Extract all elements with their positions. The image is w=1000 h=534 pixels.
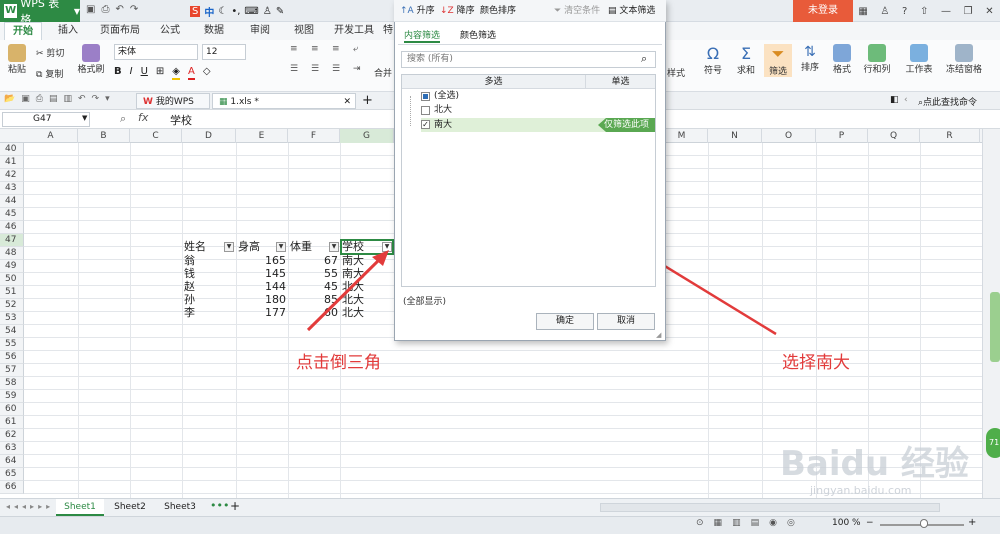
cancel-button[interactable]: 取消 bbox=[597, 313, 655, 330]
zoom-out-icon[interactable]: − bbox=[866, 518, 874, 528]
color-sort-button[interactable]: 颜色排序 bbox=[480, 4, 516, 18]
baidu-watermark: Baidu 经验 bbox=[780, 444, 969, 484]
filter-item-nanda[interactable]: 南大 bbox=[434, 119, 452, 131]
sheet-tab-2[interactable]: Sheet2 bbox=[106, 499, 154, 516]
filter-item-select-all[interactable]: (全选) bbox=[434, 90, 459, 102]
annotation-click-triangle: 点击倒三角 bbox=[296, 353, 381, 373]
more-sheets-icon[interactable]: ••• bbox=[210, 499, 229, 512]
normal-view-icon[interactable]: ▦ bbox=[714, 518, 723, 532]
zoom-in-icon[interactable]: + bbox=[968, 517, 976, 528]
sheet-nav-arrows[interactable]: ◂◂◂▸▸▸ bbox=[6, 502, 54, 511]
filter-item-beida[interactable]: 北大 bbox=[434, 104, 452, 116]
reading-icon[interactable]: ◉ bbox=[769, 518, 777, 532]
check-icon: ✓ bbox=[422, 120, 429, 129]
col-single-select: 单选 bbox=[611, 77, 630, 87]
baidu-watermark-url: jingyan.baidu.com bbox=[810, 484, 912, 497]
tree-line bbox=[410, 96, 418, 126]
sort-desc-button[interactable]: ↓Z 降序 bbox=[440, 4, 475, 18]
view-buttons: ⊙ ▦ ▥ ▤ ◉ ◎ bbox=[696, 518, 826, 532]
split-view-icon[interactable]: ▤ bbox=[751, 518, 760, 532]
all-shown-label: (全部显示) bbox=[403, 297, 447, 307]
zoom-slider-thumb[interactable] bbox=[920, 519, 928, 528]
text-filter-icon: ▤ bbox=[608, 6, 617, 16]
sort-asc-icon: ↑A bbox=[400, 6, 414, 16]
horizontal-scrollbar[interactable] bbox=[600, 503, 940, 512]
clear-conditions-button[interactable]: ⏷ 清空条件 bbox=[554, 4, 600, 18]
add-sheet-button[interactable]: + bbox=[230, 499, 240, 513]
zoom-level[interactable]: 100 % bbox=[832, 518, 861, 528]
sheet-tab-3[interactable]: Sheet3 bbox=[156, 499, 204, 516]
filter-search-input[interactable]: 搜索 (所有) bbox=[401, 51, 656, 68]
arrow-to-dropdown bbox=[306, 252, 387, 332]
annotation-select-nanda: 选择南大 bbox=[782, 353, 850, 373]
funnel-clear-icon: ⏷ bbox=[554, 6, 562, 16]
resize-grip-icon[interactable]: ◢ bbox=[656, 331, 661, 339]
tab-color-filter[interactable]: 颜色筛选 bbox=[460, 29, 496, 43]
filter-only-this-button[interactable]: 仅筛选此项 bbox=[598, 118, 655, 132]
partial-check-icon bbox=[423, 94, 428, 99]
eye-icon[interactable]: ◎ bbox=[787, 518, 795, 532]
checkbox-beida[interactable] bbox=[421, 106, 430, 115]
col-multi-select: 多选 bbox=[402, 75, 586, 89]
tab-content-filter[interactable]: 内容筛选 bbox=[404, 29, 441, 43]
checkbox-nanda[interactable]: ✓ bbox=[421, 120, 430, 129]
sort-desc-icon: ↓Z bbox=[440, 6, 454, 16]
tab-divider bbox=[398, 44, 662, 45]
record-icon[interactable]: ⊙ bbox=[696, 518, 704, 532]
ok-button[interactable]: 确定 bbox=[536, 313, 594, 330]
sheet-tab-1[interactable]: Sheet1 bbox=[56, 499, 104, 516]
sort-asc-button[interactable]: ↑A 升序 bbox=[400, 4, 435, 18]
search-icon[interactable]: ⌕ bbox=[641, 52, 647, 66]
page-view-icon[interactable]: ▥ bbox=[732, 518, 741, 532]
text-filter-button[interactable]: ▤ 文本筛选 bbox=[608, 4, 655, 18]
checkbox-select-all[interactable] bbox=[421, 92, 430, 101]
